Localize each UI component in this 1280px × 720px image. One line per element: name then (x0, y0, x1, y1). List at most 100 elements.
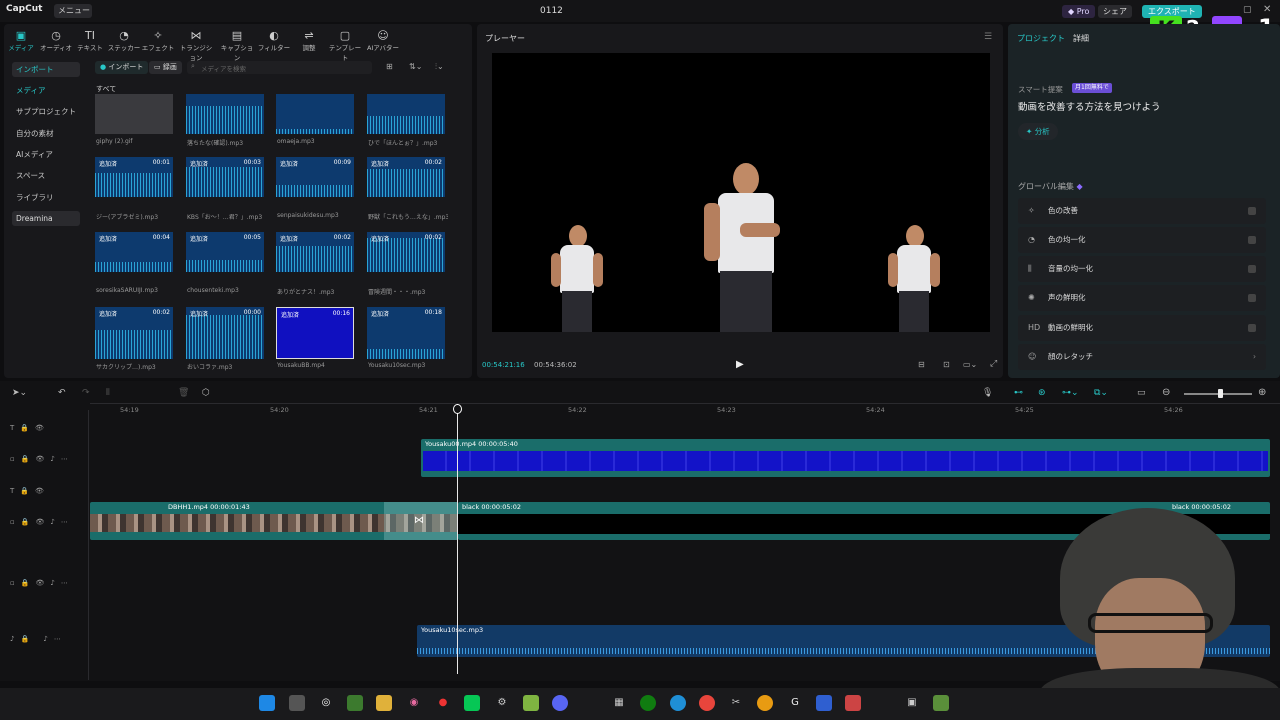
snap-icon[interactable]: ⊶⌄ (1062, 388, 1079, 398)
sort-icon[interactable]: ⇅⌄ (409, 62, 422, 71)
filter-dropdown-icon[interactable]: ⫶⌄ (435, 62, 444, 72)
pro-button[interactable]: ◆ Pro (1062, 5, 1096, 18)
media-item[interactable]: 追加済 00:03 (186, 157, 264, 197)
discord-icon[interactable] (552, 695, 568, 711)
tab-media[interactable]: ▣ メディア (4, 30, 38, 53)
media-item[interactable] (186, 94, 264, 134)
track-controls[interactable]: ▫🔒👁♪⋯ (10, 455, 74, 463)
transition-icon[interactable]: ⋈ (414, 515, 424, 526)
sidebar-item-media[interactable]: メディア (12, 83, 80, 98)
split-icon[interactable]: ⫴ (106, 388, 110, 398)
player-menu-icon[interactable]: ☰ (984, 32, 992, 42)
sidebar-item-import[interactable]: インポート (12, 62, 80, 77)
app-icon[interactable] (933, 695, 949, 711)
playhead-handle[interactable] (453, 404, 462, 414)
redo-icon[interactable]: ↷ (82, 388, 90, 398)
tab-transition[interactable]: ⋈ トランジション (179, 30, 213, 63)
app-icon[interactable]: ◎ (318, 695, 334, 711)
task-view-icon[interactable] (289, 695, 305, 711)
zoom-fit-icon[interactable]: ⊡ (943, 360, 950, 369)
tab-filter[interactable]: ◐ フィルター (257, 30, 291, 53)
media-item[interactable]: 追加済 00:01 (95, 157, 173, 197)
media-item[interactable]: 追加済 00:18 (367, 307, 445, 359)
zoom-in-icon[interactable]: ⊕ (1258, 387, 1266, 398)
sidebar-item-my-assets[interactable]: 自分の素材 (12, 126, 80, 141)
obs-icon[interactable]: ● (435, 695, 451, 711)
track-controls[interactable]: ▫🔒👁♪⋯ (10, 579, 74, 587)
aspect-icon[interactable]: ▭⌄ (963, 360, 977, 369)
sidebar-item-space[interactable]: スペース (12, 168, 80, 183)
voice-enhance-row[interactable]: ✺ 声の鮮明化 (1018, 285, 1266, 311)
link-icon[interactable]: ⊷ (1014, 388, 1023, 398)
record-chip[interactable]: ▭ 録画 (149, 61, 182, 74)
toggle[interactable] (1248, 236, 1256, 244)
magnet-icon[interactable]: ⊛ (1038, 388, 1046, 398)
toggle[interactable] (1248, 294, 1256, 302)
playhead[interactable] (457, 404, 458, 674)
folder-icon[interactable] (376, 695, 392, 711)
app-icon[interactable] (347, 695, 363, 711)
sidebar-item-ai-media[interactable]: AIメディア (12, 147, 80, 162)
zoom-out-icon[interactable]: ⊖ (1162, 387, 1170, 398)
video-preview[interactable] (492, 53, 990, 332)
video-clip-top[interactable]: Yousaku00.mp4 00:00:05:40 (421, 439, 1270, 477)
undo-icon[interactable]: ↶ (58, 388, 66, 398)
app-icon[interactable]: ▣ (904, 695, 920, 711)
marker-icon[interactable]: ⬡ (202, 388, 210, 398)
mic-icon[interactable]: 🎙 (982, 388, 993, 398)
sidebar-item-library[interactable]: ライブラリ (12, 190, 80, 205)
analyze-button[interactable]: ✦ 分析 (1018, 123, 1058, 140)
start-icon[interactable] (259, 695, 275, 711)
media-item[interactable]: 追加済 00:02 (367, 232, 445, 272)
face-retouch-row[interactable]: ☺ 顔のレタッチ › (1018, 344, 1266, 370)
search-input[interactable]: ⌕ メディアを検索 (187, 61, 372, 74)
tab-effect[interactable]: ✧ エフェクト (141, 30, 175, 53)
app-icon[interactable]: ◉ (406, 695, 422, 711)
toggle[interactable] (1248, 207, 1256, 215)
track-controls[interactable]: T🔒👁 (10, 424, 50, 432)
media-item[interactable]: 追加済 00:02 (276, 232, 354, 272)
app-icon[interactable] (757, 695, 773, 711)
media-item[interactable] (276, 94, 354, 134)
media-item[interactable] (367, 94, 445, 134)
edge-icon[interactable] (670, 695, 686, 711)
media-item[interactable]: 追加済 00:02 (95, 307, 173, 359)
media-item[interactable]: 追加済 00:00 (186, 307, 264, 359)
color-improve-row[interactable]: ✧ 色の改善 (1018, 198, 1266, 224)
media-item[interactable]: 追加済 00:05 (186, 232, 264, 272)
media-item[interactable] (95, 94, 173, 134)
toggle[interactable] (1248, 324, 1256, 332)
fullscreen-icon[interactable]: ⤢ (990, 359, 997, 369)
app-icon[interactable]: ✂ (728, 695, 744, 711)
app-icon[interactable] (816, 695, 832, 711)
media-item[interactable]: 追加済 00:04 (95, 232, 173, 272)
app-icon[interactable] (845, 695, 861, 711)
tab-audio[interactable]: ◷ オーディオ (39, 30, 73, 53)
maximize-icon[interactable]: ▢ (1243, 5, 1252, 15)
tab-ai-avatar[interactable]: ☺ AIアバター (366, 30, 400, 53)
zoom-slider-handle[interactable] (1218, 389, 1223, 398)
sidebar-item-dreamina[interactable]: Dreamina (12, 211, 80, 226)
media-item[interactable]: 追加済 00:02 (367, 157, 445, 197)
sidebar-item-subproject[interactable]: サブプロジェクト (12, 104, 80, 119)
app-icon[interactable]: ▦ (611, 695, 627, 711)
media-item[interactable]: 追加済 00:16 (276, 307, 354, 359)
track-controls[interactable]: ▫🔒👁♪⋯ (10, 518, 74, 526)
line-icon[interactable] (464, 695, 480, 711)
share-button[interactable]: シェア (1098, 5, 1132, 18)
app-icon[interactable]: G (787, 695, 803, 711)
color-match-row[interactable]: ◔ 色の均一化 (1018, 227, 1266, 253)
menu-button[interactable]: メニュー ⌄ (54, 4, 92, 29)
app-icon[interactable]: ⚙ (494, 695, 510, 711)
delete-icon[interactable]: 🗑 (178, 388, 189, 398)
chrome-icon[interactable] (699, 695, 715, 711)
xbox-icon[interactable] (640, 695, 656, 711)
track-controls[interactable]: ♪🔒 ♪⋯ (10, 635, 67, 643)
video-enhance-row[interactable]: HD 動画の鮮明化 (1018, 315, 1266, 341)
media-item[interactable]: 追加済 00:09 (276, 157, 354, 197)
cursor-tool-icon[interactable]: ➤⌄ (12, 388, 27, 398)
ratio-icon[interactable]: ⊟ (918, 360, 925, 369)
track-controls[interactable]: T🔒👁 (10, 487, 50, 495)
loudness-row[interactable]: ⫼ 音量の均一化 (1018, 256, 1266, 282)
tab-project[interactable]: プロジェクト (1017, 33, 1065, 44)
